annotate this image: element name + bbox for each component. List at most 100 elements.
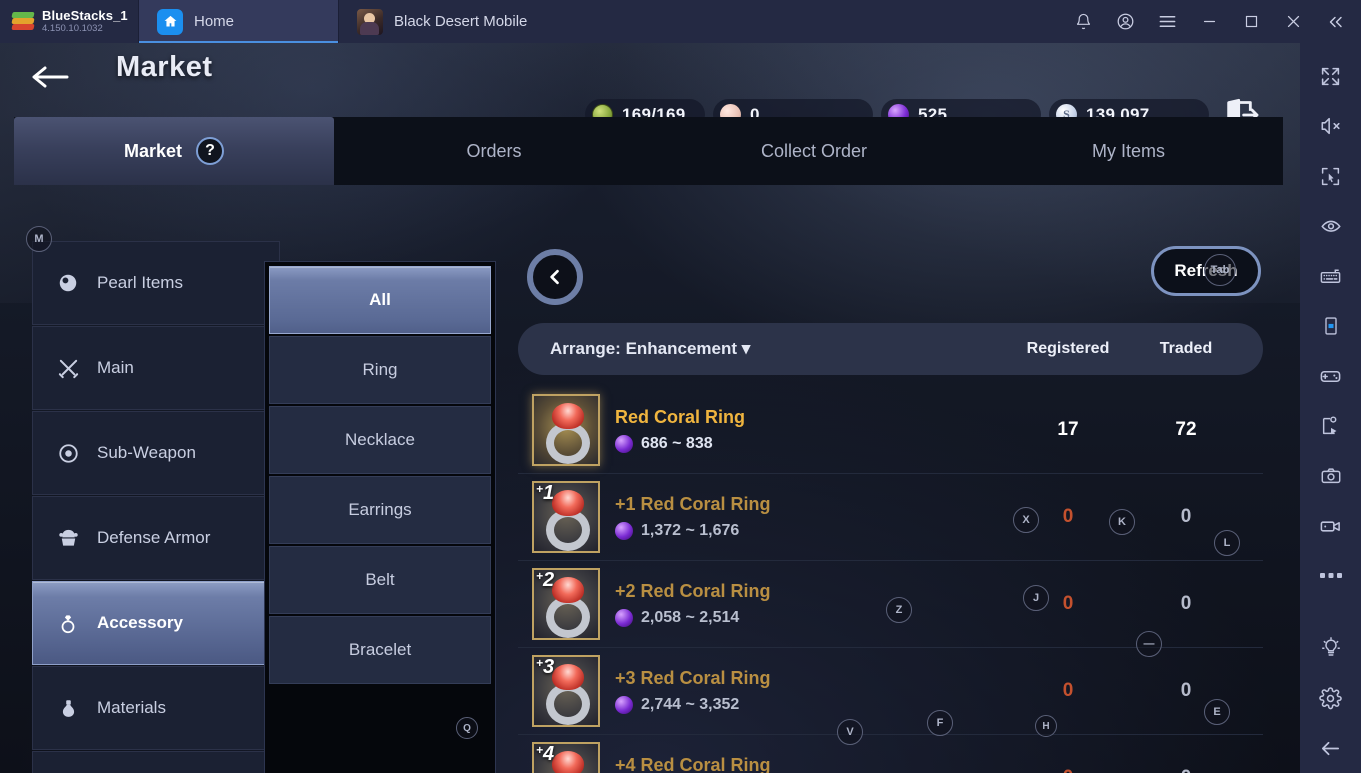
- macro-play-icon[interactable]: [1300, 401, 1361, 451]
- home-icon: [157, 8, 183, 35]
- list-back-button[interactable]: [527, 249, 583, 305]
- maximize-icon[interactable]: [1231, 0, 1271, 43]
- category-defense-armor[interactable]: Defense Armor: [32, 496, 280, 580]
- pearl-orb-icon: [615, 609, 633, 627]
- titlebar-spacer: [545, 0, 1063, 43]
- column-header-traded[interactable]: Traded: [1138, 340, 1234, 358]
- keybind-hint-f: F: [927, 710, 953, 736]
- subcategory-earrings[interactable]: Earrings: [269, 476, 491, 544]
- category-materials-label: Materials: [97, 698, 166, 717]
- tab-home-label: Home: [194, 13, 235, 30]
- arrow-left-icon[interactable]: [1300, 723, 1361, 773]
- header-back-button[interactable]: [26, 57, 74, 97]
- video-camera-icon[interactable]: [1300, 501, 1361, 551]
- item-price-range: 1,372 ~ 1,676: [641, 522, 740, 539]
- hamburger-icon[interactable]: [1147, 0, 1187, 43]
- lightbulb-icon[interactable]: [1300, 623, 1361, 673]
- instance-name: BlueStacks_1: [42, 8, 128, 24]
- category-accessory[interactable]: Accessory: [32, 581, 280, 665]
- keybind-hint-j: J: [1023, 585, 1049, 611]
- category-main[interactable]: Main: [32, 326, 280, 410]
- subcategory-all[interactable]: All: [269, 266, 491, 334]
- tab-my-items-label: My Items: [1091, 140, 1165, 161]
- table-row[interactable]: +3 +3 Red Coral Ring 2,744 ~ 3,352 0 0: [518, 648, 1263, 735]
- chevron-down-icon: ▾: [741, 339, 751, 358]
- table-row[interactable]: ++11 +1 Red Coral Ring 1,372 ~ 1,676 0 0: [518, 474, 1263, 561]
- helmet-icon: [55, 525, 81, 551]
- subcategory-bracelet-label: Bracelet: [348, 640, 412, 659]
- ellipsis-icon[interactable]: [1300, 551, 1361, 601]
- subcategory-ring[interactable]: Ring: [269, 336, 491, 404]
- tab-home[interactable]: Home: [138, 0, 338, 43]
- category-defense-armor-label: Defense Armor: [97, 528, 211, 547]
- table-row[interactable]: +4 +4 Red Coral Ring 4,115 ~ 5,029 0 0: [518, 735, 1263, 773]
- account-circle-icon[interactable]: [1105, 0, 1145, 43]
- item-info: Red Coral Ring 686 ~ 838: [615, 407, 1005, 453]
- item-name: +4 Red Coral Ring: [615, 755, 771, 773]
- category-enhancement[interactable]: Enhancement: [32, 751, 280, 773]
- close-icon[interactable]: [1273, 0, 1313, 43]
- arrange-bar: Arrange: Enhancement ▾ Registered Traded: [518, 323, 1263, 375]
- keyboard-icon[interactable]: [1300, 251, 1361, 301]
- cell-traded: 72: [1175, 419, 1197, 440]
- subcategory-ring-label: Ring: [362, 360, 398, 379]
- tab-my-items[interactable]: My Items: [974, 117, 1283, 185]
- tab-market[interactable]: Market ?: [14, 117, 334, 185]
- phone-portrait-icon[interactable]: [1300, 301, 1361, 351]
- tab-market-label: Market: [123, 140, 183, 161]
- item-info: +4 Red Coral Ring 4,115 ~ 5,029: [615, 755, 1005, 773]
- question-mark-icon[interactable]: ?: [196, 137, 225, 165]
- table-row[interactable]: Red Coral Ring 686 ~ 838 17 72: [518, 387, 1263, 474]
- pearl-orb-icon: [615, 435, 633, 453]
- tab-orders-label: Orders: [466, 140, 522, 161]
- tab-collect-order[interactable]: Collect Order: [654, 117, 974, 185]
- minimize-icon[interactable]: [1189, 0, 1229, 43]
- eye-icon[interactable]: [1300, 201, 1361, 251]
- cell-traded: 0: [1180, 593, 1192, 614]
- item-thumbnail: +2: [532, 568, 600, 640]
- tab-black-desert-mobile[interactable]: Black Desert Mobile: [338, 0, 545, 43]
- ring-gem-shape: [552, 490, 584, 516]
- item-price-range: 2,744 ~ 3,352: [641, 696, 740, 713]
- category-pearl-items[interactable]: Pearl Items: [32, 241, 280, 325]
- arrange-dropdown[interactable]: Arrange: Enhancement ▾: [550, 339, 750, 359]
- cell-registered: 0: [1020, 767, 1116, 773]
- subcategory-all-label: All: [369, 290, 391, 309]
- category-materials[interactable]: Materials: [32, 666, 280, 750]
- item-thumbnail: +3: [532, 655, 600, 727]
- subcategory-belt[interactable]: Belt: [269, 546, 491, 614]
- chevrons-left-icon[interactable]: [1315, 0, 1355, 43]
- item-info: +1 Red Coral Ring 1,372 ~ 1,676: [615, 494, 1005, 540]
- column-header-registered[interactable]: Registered: [1020, 340, 1116, 358]
- category-main-label: Main: [97, 358, 134, 377]
- game-thumbnail-icon: [357, 8, 383, 35]
- camera-icon[interactable]: [1300, 451, 1361, 501]
- bluestacks-brand: BlueStacks_1 4.150.10.1032: [42, 9, 128, 34]
- keybind-hint-q: Q: [456, 717, 478, 739]
- tab-orders[interactable]: Orders: [334, 117, 654, 185]
- cell-traded: 0: [1180, 506, 1192, 527]
- expand-arrows-icon[interactable]: [1300, 51, 1361, 101]
- gamepad-icon[interactable]: [1300, 351, 1361, 401]
- cell-registered: 0: [1062, 680, 1074, 701]
- potion-flask-icon: [55, 695, 81, 721]
- bell-icon[interactable]: [1063, 0, 1103, 43]
- market-header: Market 169/169 0 525 S 139,097: [0, 43, 1300, 132]
- item-price: 686 ~ 838: [615, 435, 1005, 453]
- keybind-hint-v: V: [837, 719, 863, 745]
- crosshair-pointer-icon[interactable]: [1300, 151, 1361, 201]
- category-sub-weapon[interactable]: Sub-Weapon: [32, 411, 280, 495]
- item-list: Red Coral Ring 686 ~ 838 17 72 ++11: [518, 387, 1263, 773]
- subcategory-necklace[interactable]: Necklace: [269, 406, 491, 474]
- speaker-mute-icon[interactable]: [1300, 101, 1361, 151]
- pearl-items-icon: [55, 270, 81, 296]
- item-name: +2 Red Coral Ring: [615, 581, 771, 601]
- gear-icon[interactable]: [1300, 673, 1361, 723]
- subcategory-necklace-label: Necklace: [345, 430, 415, 449]
- tab-game-label: Black Desert Mobile: [394, 13, 528, 30]
- crossed-swords-icon: [55, 355, 81, 381]
- item-price-range: 2,058 ~ 2,514: [641, 609, 740, 626]
- subcategory-bracelet[interactable]: Bracelet: [269, 616, 491, 684]
- cell-registered: 17: [1057, 419, 1079, 440]
- item-price-range: 686 ~ 838: [641, 435, 713, 452]
